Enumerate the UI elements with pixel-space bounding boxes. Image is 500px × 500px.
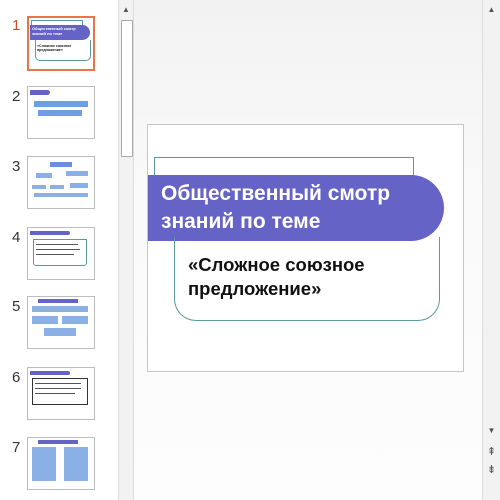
thumb-text-line bbox=[36, 249, 80, 250]
next-slide-icon[interactable]: ⇟ bbox=[483, 461, 500, 477]
slide-canvas[interactable]: Общественный смотр знаний по теме «Сложн… bbox=[147, 124, 464, 372]
slide-number: 3 bbox=[12, 158, 21, 175]
slide-number: 1 bbox=[12, 17, 21, 34]
thumbnail-row-5[interactable]: 5 bbox=[0, 296, 118, 352]
slide-thumbnail-1[interactable]: Общественный смотр знаний по теме «Сложн… bbox=[27, 16, 95, 71]
slide-number: 6 bbox=[12, 369, 21, 386]
thumb-subtitle-text: «Сложное союзное предложение» bbox=[37, 44, 72, 53]
slide-thumbnail-pane: 1 Общественный смотр знаний по теме «Сло… bbox=[0, 0, 118, 500]
thumb-header-bar bbox=[30, 90, 50, 95]
thumb-diagram-box bbox=[32, 306, 88, 312]
thumbnail-row-3[interactable]: 3 bbox=[0, 156, 118, 212]
slide-thumbnail-6[interactable] bbox=[27, 367, 95, 420]
editor-scrollbar[interactable]: ▲ ▼ ⇞ ⇟ bbox=[482, 0, 500, 500]
thumbnail-scrollbar[interactable]: ▲ bbox=[118, 0, 134, 500]
slide-number: 4 bbox=[12, 229, 21, 246]
thumb-diagram-box bbox=[32, 447, 56, 481]
slide-thumbnail-4[interactable] bbox=[27, 227, 95, 280]
thumb-diagram-box bbox=[32, 185, 46, 189]
thumb-diagram-box bbox=[36, 173, 52, 178]
thumb-diagram-box bbox=[32, 316, 58, 324]
thumb-diagram-box bbox=[62, 316, 88, 324]
slide-number: 2 bbox=[12, 88, 21, 105]
thumb-title-text: Общественный смотр знаний по теме bbox=[32, 26, 76, 36]
previous-slide-icon[interactable]: ⇞ bbox=[483, 443, 500, 459]
thumb-diagram-box bbox=[34, 193, 88, 197]
slide-thumbnail-5[interactable] bbox=[27, 296, 95, 349]
thumb-diagram-box bbox=[70, 183, 88, 188]
thumb-header-bar bbox=[38, 299, 78, 303]
thumbnail-row-7[interactable]: 7 bbox=[0, 437, 118, 493]
thumb-diagram-box bbox=[50, 185, 64, 189]
thumb-text-line bbox=[34, 101, 88, 107]
thumbnail-row-4[interactable]: 4 bbox=[0, 227, 118, 283]
slide-thumbnail-2[interactable] bbox=[27, 86, 95, 139]
slide-title[interactable]: Общественный смотр знаний по теме bbox=[148, 175, 444, 241]
thumbnail-row-6[interactable]: 6 bbox=[0, 367, 118, 423]
thumb-text-line bbox=[36, 244, 78, 245]
slide-thumbnail-7[interactable] bbox=[27, 437, 95, 490]
thumb-header-bar bbox=[38, 440, 78, 444]
thumb-text-line bbox=[38, 110, 82, 116]
thumb-text-line bbox=[35, 383, 81, 384]
thumb-text-line bbox=[35, 393, 75, 394]
scrollbar-thumb[interactable] bbox=[121, 20, 133, 157]
thumbnail-row-2[interactable]: 2 bbox=[0, 86, 118, 142]
thumbnail-row-1[interactable]: 1 Общественный смотр знаний по теме «Сло… bbox=[0, 14, 118, 74]
thumb-text-line bbox=[35, 388, 81, 389]
thumb-header-bar bbox=[30, 231, 70, 235]
slide-thumbnail-3[interactable] bbox=[27, 156, 95, 209]
thumb-text-line bbox=[36, 254, 74, 255]
slide-number: 7 bbox=[12, 439, 21, 456]
thumb-diagram-box bbox=[44, 328, 76, 336]
scroll-up-arrow-icon[interactable]: ▲ bbox=[119, 1, 133, 17]
slide-subtitle[interactable]: «Сложное союзное предложение» bbox=[188, 253, 433, 301]
thumb-diagram-box bbox=[66, 171, 88, 176]
slide-number: 5 bbox=[12, 298, 21, 315]
thumb-diagram-box bbox=[64, 447, 88, 481]
scroll-up-arrow-icon[interactable]: ▲ bbox=[483, 1, 500, 17]
scroll-down-arrow-icon[interactable]: ▼ bbox=[483, 422, 500, 438]
thumb-header-bar bbox=[30, 371, 70, 375]
thumb-diagram-box bbox=[50, 162, 72, 167]
